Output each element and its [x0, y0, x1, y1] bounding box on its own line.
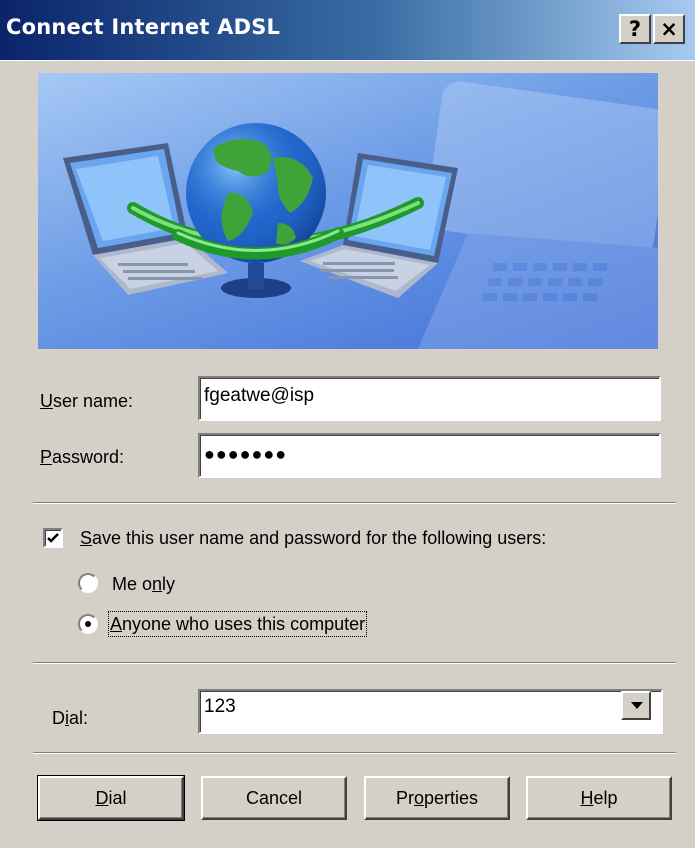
username-label-mnemonic: U [40, 391, 53, 411]
separator [33, 752, 676, 754]
properties-text-a: Pr [395, 788, 414, 808]
radio-me-only-label[interactable]: Me only [112, 573, 175, 595]
save-label-text: ave this user name and password for the … [92, 528, 547, 548]
password-label-mnemonic: P [40, 447, 53, 467]
help-button[interactable]: Help [526, 776, 672, 820]
dial-dropdown-button[interactable] [621, 691, 651, 720]
properties-text-b: perties [423, 788, 479, 808]
help-button-text: elp [593, 788, 618, 808]
dial-label-b: al: [69, 708, 89, 728]
dial-number-combobox[interactable]: 123 [198, 689, 663, 734]
password-label-text: assword: [52, 447, 125, 467]
question-mark-icon: ? [628, 17, 642, 41]
help-button-mnemonic: H [580, 788, 594, 808]
cancel-button[interactable]: Cancel [201, 776, 347, 820]
save-credentials-label[interactable]: Save this user name and password for the… [80, 527, 546, 549]
save-label-mnemonic: S [80, 528, 93, 548]
network-connection-globe-laptops-image [63, 81, 658, 349]
close-title-button[interactable]: × [653, 14, 685, 44]
dial-button-text: ial [108, 788, 127, 808]
me-only-mnemonic: n [152, 574, 163, 594]
radio-selected-dot [85, 621, 91, 627]
username-label: User name: [40, 390, 133, 412]
checkmark-icon [47, 533, 59, 543]
cancel-button-text: Cancel [245, 788, 303, 808]
properties-mnemonic: o [413, 788, 424, 808]
password-input[interactable]: ●●●●●●● [198, 433, 661, 478]
separator [33, 502, 676, 504]
chevron-down-icon [631, 702, 643, 709]
radio-anyone-label[interactable]: Anyone who uses this computer [107, 611, 368, 637]
password-label: Password: [40, 446, 124, 468]
close-icon: × [660, 17, 678, 41]
separator [33, 662, 676, 664]
me-only-text-b: ly [162, 574, 176, 594]
window-title: Connect Internet ADSL [6, 15, 281, 39]
dial-button-mnemonic: D [95, 788, 109, 808]
connect-dialog: Connect Internet ADSL ? × User name: fge… [0, 0, 695, 848]
dial-label-a: D [52, 708, 65, 728]
properties-button[interactable]: Properties [364, 776, 510, 820]
username-input[interactable]: fgeatwe@isp [198, 376, 661, 421]
radio-anyone[interactable] [78, 614, 98, 634]
anyone-mnemonic: A [110, 614, 123, 634]
me-only-text-a: Me o [112, 574, 153, 594]
help-title-button[interactable]: ? [619, 14, 651, 44]
dial-number-value: 123 [204, 696, 236, 717]
dial-label: Dial: [52, 707, 88, 729]
radio-me-only[interactable] [78, 573, 98, 593]
connection-banner-image [38, 73, 658, 349]
dial-button[interactable]: Dial [37, 775, 185, 821]
password-masked-value: ●●●●●●● [204, 444, 288, 464]
save-credentials-checkbox[interactable] [43, 528, 63, 548]
username-label-text: ser name: [53, 391, 134, 411]
title-bar[interactable]: Connect Internet ADSL ? × [0, 0, 695, 61]
anyone-text: nyone who uses this computer [122, 614, 366, 634]
username-value: fgeatwe@isp [204, 385, 315, 406]
